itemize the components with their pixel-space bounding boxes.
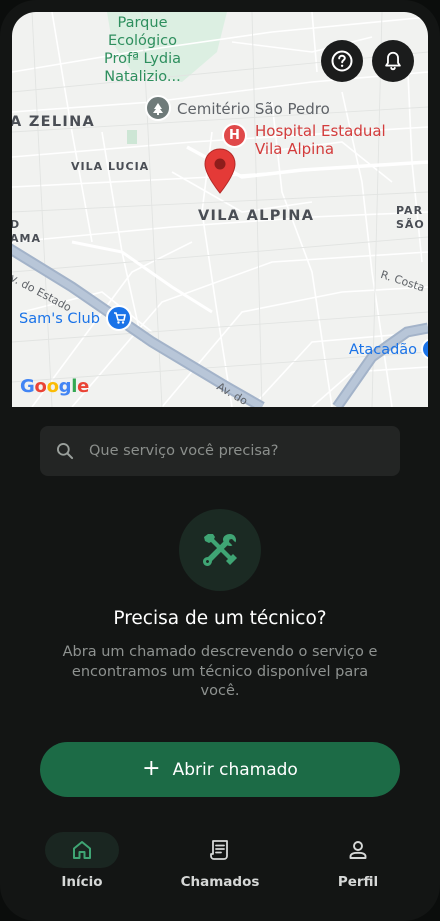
map-label-vila-alpina: VILA ALPINA [198,208,315,224]
location-pin-icon[interactable] [203,148,237,198]
map-label-hospital: Hospital Estadual Vila Alpina [255,122,386,158]
map-label-atacadao: Atacadão [349,342,418,358]
map-label-right-district: PAR SÃO L [396,204,425,231]
person-icon [349,841,367,859]
map-label-vila-lucia: VILA LUCIA [71,160,150,173]
map-view[interactable]: Parque Ecológico Profª Lydia Natalizio..… [12,12,428,407]
search-icon [57,443,74,460]
nav-item-chamados[interactable]: Chamados [160,820,280,900]
technician-illustration [179,509,261,591]
hospital-icon[interactable]: H [222,123,247,148]
nav-item-inicio[interactable]: Início [22,820,142,900]
home-icon [73,841,91,859]
help-button[interactable] [321,40,363,82]
notifications-button[interactable] [372,40,414,82]
map-label-cemetery: Cemitério São Pedro [177,100,330,118]
receipt-icon [210,840,228,860]
map-label-left-district: D AMA [12,218,41,245]
search-input[interactable] [87,442,391,460]
nav-label-inicio: Início [61,874,103,890]
nav-item-perfil[interactable]: Perfil [298,820,418,900]
question-circle-icon [331,50,353,72]
empty-state-title: Precisa de um técnico? [113,608,327,629]
app-screen: Parque Ecológico Profª Lydia Natalizio..… [0,0,440,921]
cemetery-icon[interactable] [145,95,171,121]
map-label-park: Parque Ecológico Profª Lydia Natalizio..… [104,15,181,85]
google-logo: Google [20,376,90,397]
map-label-vila-zelina: A ZELINA [12,114,96,130]
bottom-navigation: Início Chamados Perfil [0,820,440,921]
nav-label-perfil: Perfil [337,874,379,890]
empty-state-description: Abra um chamado descrevendo o serviço e … [62,644,378,699]
map-label-sams-club: Sam's Club [19,311,100,327]
open-ticket-button[interactable]: + Abrir chamado [40,742,400,797]
plus-icon: + [142,755,161,781]
search-bar[interactable] [40,426,400,476]
hammer-wrench-icon [203,534,237,566]
nav-label-chamados: Chamados [180,874,260,890]
shopping-cart-icon[interactable] [106,305,132,331]
bell-icon [385,51,401,71]
open-ticket-label: Abrir chamado [172,759,298,780]
